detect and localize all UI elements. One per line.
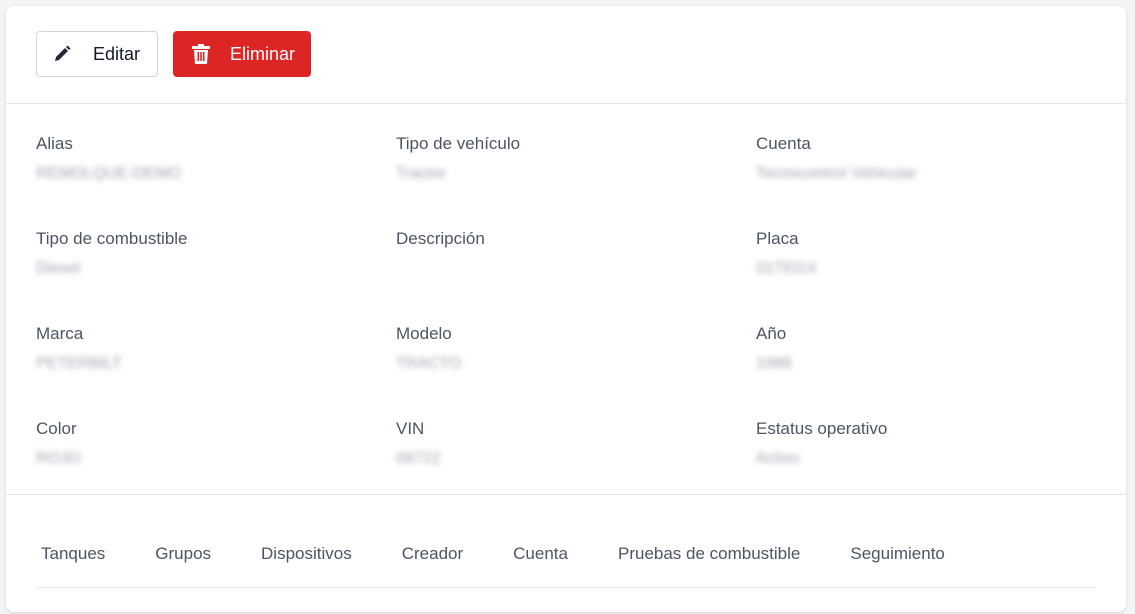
tab-creador[interactable]: Creador xyxy=(397,533,488,564)
field-vehicle-type: Tipo de vehículo Tractor xyxy=(396,134,736,184)
field-label: Color xyxy=(36,419,77,438)
field-label: Modelo xyxy=(396,324,452,343)
field-fuel-type: Tipo de combustible Diesel xyxy=(36,229,376,279)
tab-grupos[interactable]: Grupos xyxy=(150,533,236,564)
field-label: Alias xyxy=(36,134,73,153)
field-label: Cuenta xyxy=(756,134,811,153)
field-label: Marca xyxy=(36,324,84,343)
field-value: REMOLQUE-DEMO xyxy=(36,165,181,182)
field-color: Color ROJO xyxy=(36,419,376,469)
field-brand: Marca PETERBILT xyxy=(36,324,376,374)
field-operational-status: Estatus operativo Activo xyxy=(756,419,1096,469)
field-model: Modelo TRACTO xyxy=(396,324,736,374)
tab-seguimiento[interactable]: Seguimiento xyxy=(845,533,970,564)
field-value: 01TEGX xyxy=(756,260,818,277)
field-label: Placa xyxy=(756,229,799,248)
field-label: Estatus operativo xyxy=(756,419,888,438)
action-toolbar: Editar Eliminar xyxy=(6,6,1126,104)
field-value: 08722 xyxy=(396,450,441,467)
field-label: Descripción xyxy=(396,229,485,248)
vehicle-detail-card: Editar Eliminar Alias REMOLQUE-DEMO Tipo xyxy=(6,6,1126,612)
field-value: Activo xyxy=(756,450,800,467)
pencil-icon xyxy=(51,43,73,65)
field-value: ROJO xyxy=(36,450,81,467)
tab-bar: Tanques Grupos Dispositivos Creador Cuen… xyxy=(36,533,1096,588)
field-value: Diesel xyxy=(36,260,81,277)
field-plate: Placa 01TEGX xyxy=(756,229,1096,279)
edit-button-label: Editar xyxy=(93,43,141,64)
field-label: Tipo de vehículo xyxy=(396,134,521,153)
field-value: TRACTO xyxy=(396,355,462,372)
trash-icon xyxy=(190,43,212,65)
field-description: Descripción xyxy=(396,229,736,259)
tab-pruebas-de-combustible[interactable]: Pruebas de combustible xyxy=(613,533,825,564)
field-value: Tractor xyxy=(396,165,447,182)
field-value: Tecnocontrol Vehicular xyxy=(756,165,917,182)
field-account: Cuenta Tecnocontrol Vehicular xyxy=(756,134,1096,184)
field-value: PETERBILT xyxy=(36,355,122,372)
field-label: VIN xyxy=(396,419,425,438)
delete-button-label: Eliminar xyxy=(230,43,296,64)
field-label: Tipo de combustible xyxy=(36,229,188,248)
tab-dispositivos[interactable]: Dispositivos xyxy=(256,533,377,564)
field-label: Año xyxy=(756,324,787,343)
delete-button[interactable]: Eliminar xyxy=(173,31,311,77)
field-alias: Alias REMOLQUE-DEMO xyxy=(36,134,376,184)
field-value: 1988 xyxy=(756,355,792,372)
detail-tabs-section: Tanques Grupos Dispositivos Creador Cuen… xyxy=(6,495,1126,612)
tab-cuenta[interactable]: Cuenta xyxy=(508,533,593,564)
edit-button[interactable]: Editar xyxy=(36,31,158,77)
field-year: Año 1988 xyxy=(756,324,1096,374)
field-vin: VIN 08722 xyxy=(396,419,736,469)
vehicle-fields: Alias REMOLQUE-DEMO Tipo de vehículo Tra… xyxy=(6,104,1126,495)
tab-tanques[interactable]: Tanques xyxy=(36,533,130,564)
